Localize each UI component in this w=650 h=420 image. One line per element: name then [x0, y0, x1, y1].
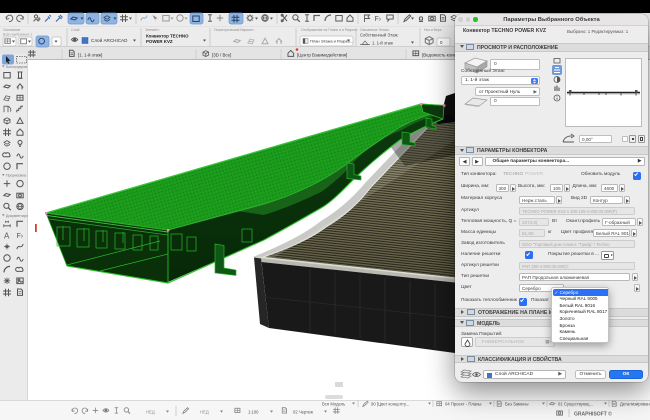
svg-text:POWER KVZ: POWER KVZ: [146, 39, 173, 44]
svg-text:02 Чертеж: 02 Чертеж: [293, 410, 313, 415]
svg-text:Связанные Этажи:: Связанные Этажи:: [360, 28, 389, 32]
svg-text:90 [Цвет концепту...: 90 [Цвет концепту...: [371, 402, 409, 407]
svg-text:F›: F›: [17, 233, 24, 240]
svg-text:GRAPHISOFT ©: GRAPHISOFT ©: [574, 411, 612, 418]
svg-text:План Этажа и Разрез...: План Этажа и Разрез...: [310, 39, 353, 44]
svg-text:Собственный Этаж:: Собственный Этаж:: [360, 33, 399, 38]
svg-text:Детализирована...: Детализирована...: [620, 402, 650, 407]
svg-text:Без Замены: Без Замены: [505, 402, 528, 407]
svg-text:Отображение на Плане и в Разре: Отображение на Плане и в Разрезе:: [301, 28, 358, 32]
svg-text:НЕД: НЕД: [200, 410, 209, 415]
svg-text:Всего выбранных: 1: Всего выбранных: 1: [3, 33, 33, 37]
svg-text:1. 1-й этаж: 1. 1-й этаж: [372, 41, 393, 46]
svg-text:[1. 1-й этаж]: [1. 1-й этаж]: [78, 53, 102, 58]
svg-text:Прорисовка: Прорисовка: [6, 174, 26, 178]
svg-text:Документиро: Документиро: [6, 214, 28, 218]
svg-text:04 Проект - Планы: 04 Проект - Планы: [445, 402, 481, 407]
svg-text:[3D / Все]: [3D / Все]: [212, 53, 231, 58]
svg-text:Слой:: Слой:: [71, 28, 80, 32]
svg-text:Основание: Основание: [3, 28, 21, 32]
svg-text:F›: F›: [375, 16, 382, 23]
svg-text:Низ и Верх:: Низ и Верх:: [424, 28, 442, 32]
svg-text:[Центр Взаимодействия]: [Центр Взаимодействия]: [297, 53, 347, 58]
svg-text:01 Существующ...: 01 Существующ...: [558, 402, 593, 407]
svg-text:Слой ARCHICAD: Слой ARCHICAD: [91, 37, 128, 43]
svg-text:1:100: 1:100: [248, 410, 259, 415]
svg-text:Конвектор TECHNO: Конвектор TECHNO: [146, 34, 189, 39]
svg-text:Конструиров: Конструиров: [6, 65, 27, 69]
svg-text:A: A: [4, 232, 10, 241]
svg-text:Вся Модель: Вся Модель: [322, 402, 346, 407]
svg-text:Элемент:: Элемент:: [145, 28, 160, 32]
svg-text:Геометрический Вариант:: Геометрический Вариант:: [214, 28, 255, 32]
svg-text:НЕД: НЕД: [146, 410, 155, 415]
